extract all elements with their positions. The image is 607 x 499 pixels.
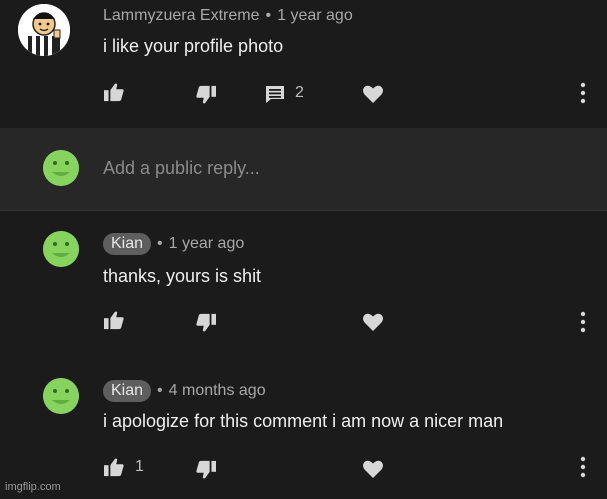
reply-count: 2 <box>295 84 304 101</box>
author-name[interactable]: Lammyzuera Extreme <box>103 7 260 24</box>
like-count: 1 <box>135 458 144 475</box>
comment-text: i like your profile photo <box>103 36 284 56</box>
avatar-kian[interactable] <box>43 378 79 414</box>
timestamp[interactable]: 1 year ago <box>277 7 353 24</box>
referee-avatar-icon <box>18 4 70 56</box>
comment-meta: Kian • 4 months ago <box>103 380 266 402</box>
thumbs-up-icon[interactable] <box>103 457 125 477</box>
separator: • <box>157 235 163 252</box>
separator: • <box>157 382 163 399</box>
thumbs-up-icon[interactable] <box>103 82 125 102</box>
heart-icon[interactable] <box>362 84 384 104</box>
more-options-icon[interactable] <box>579 456 587 478</box>
thumbs-up-icon[interactable] <box>103 310 125 330</box>
comment-3: Kian • 4 months ago i apologize for this c… <box>0 356 607 499</box>
green-blob-avatar-icon <box>43 231 79 267</box>
separator: • <box>265 7 272 24</box>
thumbs-down-icon[interactable] <box>195 460 217 480</box>
green-blob-avatar-icon <box>43 378 79 414</box>
comment-text: i apologize for this comment i am now a … <box>103 411 504 431</box>
heart-icon[interactable] <box>362 459 384 479</box>
thumbs-down-icon[interactable] <box>195 85 217 105</box>
imgflip-watermark: imgflip.com <box>5 481 61 493</box>
comment-meta: Lammyzuera Extreme • 1 year ago <box>103 7 353 25</box>
green-blob-avatar-icon <box>43 150 79 186</box>
timestamp[interactable]: 4 months ago <box>169 382 266 399</box>
comment-text: thanks, yours is shit <box>103 266 262 286</box>
comment-2: Kian • 1 year ago thanks, yours is shit <box>0 211 607 356</box>
more-options-icon[interactable] <box>579 82 587 104</box>
add-reply-bar[interactable]: Add a public reply... <box>0 128 607 211</box>
heart-icon[interactable] <box>362 312 384 332</box>
comment-1: Lammyzuera Extreme • 1 year ago i like you… <box>0 0 607 128</box>
timestamp[interactable]: 1 year ago <box>169 235 245 252</box>
comment-meta: Kian • 1 year ago <box>103 233 244 255</box>
author-chip[interactable]: Kian <box>103 380 152 402</box>
avatar-kian[interactable] <box>43 231 79 267</box>
reply-comment-icon[interactable] <box>264 84 286 104</box>
avatar-lammyzuera[interactable] <box>18 4 70 56</box>
thumbs-down-icon[interactable] <box>195 313 217 333</box>
my-avatar <box>43 150 79 186</box>
more-options-icon[interactable] <box>579 311 587 333</box>
author-chip[interactable]: Kian <box>103 233 152 255</box>
reply-input[interactable]: Add a public reply... <box>103 158 260 179</box>
